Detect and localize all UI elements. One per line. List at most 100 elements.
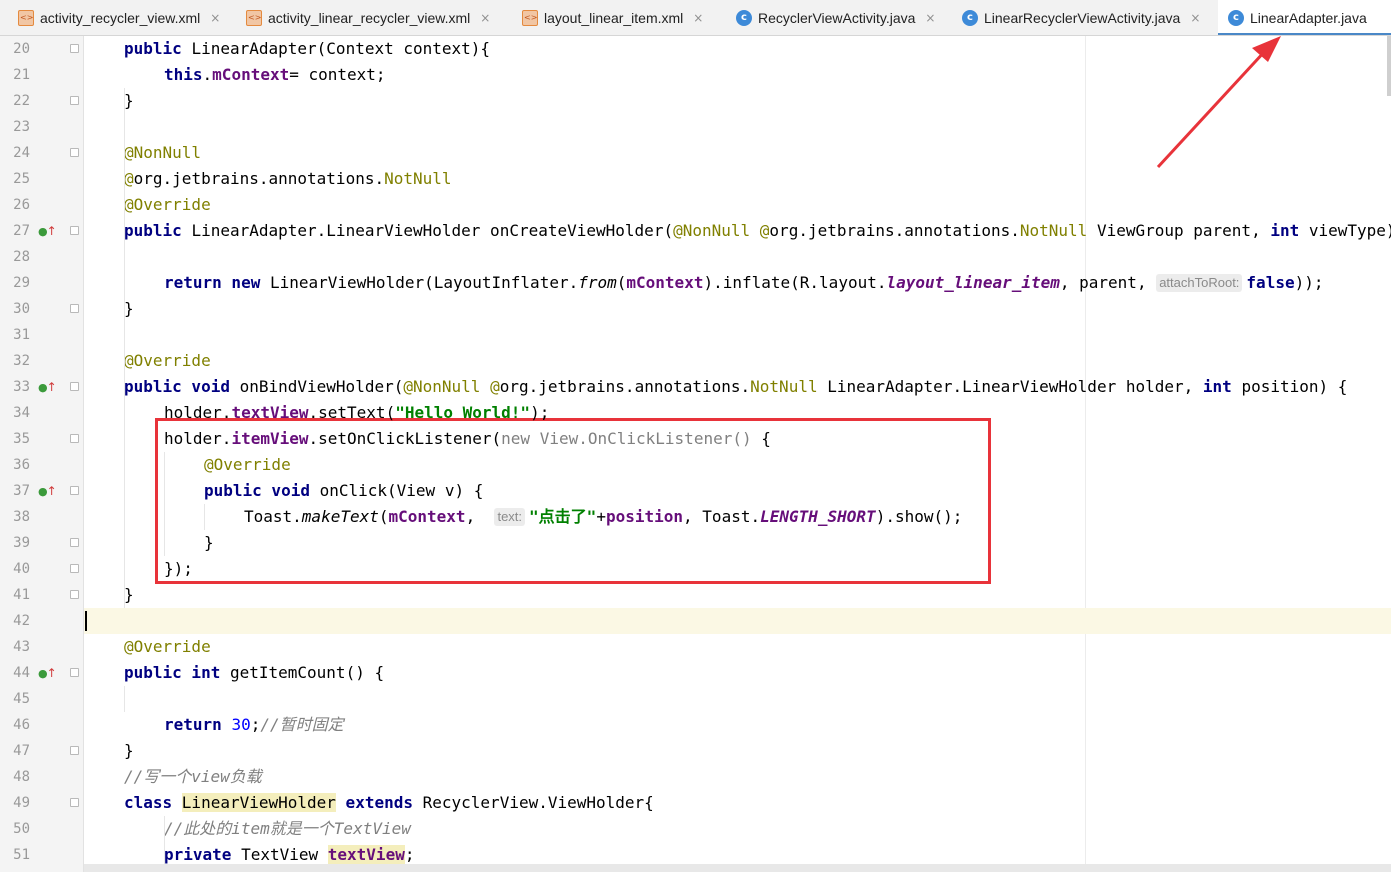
code-line[interactable]: 42	[0, 608, 1391, 634]
tab-activity-recycler-view-xml[interactable]: activity_recycler_view.xml ×	[8, 0, 236, 35]
code-line[interactable]: 32 @Override	[0, 348, 1391, 374]
code-token: textView	[231, 403, 309, 422]
code-token: ));	[1294, 273, 1324, 292]
code-line[interactable]: 47}	[0, 738, 1391, 764]
close-icon[interactable]: ×	[480, 11, 490, 25]
tab-layout-linear-item-xml[interactable]: layout_linear_item.xml ×	[512, 0, 726, 35]
code-token: +	[596, 507, 606, 526]
fold-toggle-icon[interactable]	[70, 798, 79, 807]
close-icon[interactable]: ×	[693, 11, 703, 25]
fold-toggle-icon[interactable]	[70, 44, 79, 53]
code-line[interactable]: 38 Toast.makeText(mContext, text: "点击了"+po…	[0, 504, 1391, 530]
code-line[interactable]: 29 return new LinearViewHolder(LayoutInfl…	[0, 270, 1391, 296]
code-line[interactable]: 23	[0, 114, 1391, 140]
code-line[interactable]: 41}	[0, 582, 1391, 608]
code-line[interactable]: 25 @org.jetbrains.annotations.NotNull	[0, 166, 1391, 192]
code-token: int	[1270, 221, 1309, 240]
fold-toggle-icon[interactable]	[70, 668, 79, 677]
override-method-icon[interactable]: ●↑	[38, 225, 57, 238]
override-method-icon[interactable]: ●↑	[38, 381, 57, 394]
code-token: @Override	[124, 351, 211, 370]
line-number: 32	[13, 353, 30, 369]
code-line[interactable]: 30}	[0, 296, 1391, 322]
tab-linearrecyclerviewactivity-java[interactable]: c LinearRecyclerViewActivity.java ×	[952, 0, 1218, 35]
code-line[interactable]: 36 @Override	[0, 452, 1391, 478]
code-line[interactable]: 45	[0, 686, 1391, 712]
code-token: "Hello World!"	[395, 403, 531, 422]
code-line[interactable]: 27 ●↑ public LinearAdapter.LinearViewHolde…	[0, 218, 1391, 244]
code-token: viewType) {	[1308, 221, 1391, 240]
override-method-icon[interactable]: ●↑	[38, 485, 57, 498]
override-method-icon[interactable]: ●↑	[38, 667, 57, 680]
line-number: 25	[13, 171, 30, 187]
close-icon[interactable]: ×	[210, 11, 220, 25]
line-number: 28	[13, 249, 30, 265]
close-icon[interactable]: ×	[1190, 11, 1200, 25]
xml-file-icon	[18, 9, 34, 26]
fold-toggle-icon[interactable]	[70, 304, 79, 313]
code-line[interactable]: 35 holder.itemView.setOnClickListener(new…	[0, 426, 1391, 452]
code-token: LENGTH_SHORT	[760, 507, 876, 526]
code-line[interactable]: 34 holder.textView.setText("Hello World!"…	[0, 400, 1391, 426]
code-token: ;	[404, 845, 415, 864]
fold-toggle-icon[interactable]	[70, 96, 79, 105]
java-class-icon: c	[1228, 9, 1244, 26]
code-line[interactable]: 46 return 30;//暂时固定	[0, 712, 1391, 738]
line-number: 31	[13, 327, 30, 343]
code-line[interactable]: 22}	[0, 88, 1391, 114]
code-token: }	[124, 91, 134, 110]
code-text: public int getItemCount() {	[124, 660, 384, 686]
tab-recyclerviewactivity-java[interactable]: c RecyclerViewActivity.java ×	[726, 0, 952, 35]
code-token: position) {	[1241, 377, 1348, 396]
fold-toggle-icon[interactable]	[70, 590, 79, 599]
code-line[interactable]: 21 this.mContext= context;	[0, 62, 1391, 88]
line-number: 33	[13, 379, 30, 395]
code-line[interactable]: 26 @Override	[0, 192, 1391, 218]
code-line[interactable]: 43 @Override	[0, 634, 1391, 660]
code-token: ).show();	[875, 507, 963, 526]
code-line[interactable]: 44 ●↑ public int getItemCount() {	[0, 660, 1391, 686]
tab-linearadapter-java[interactable]: c LinearAdapter.java	[1218, 0, 1391, 35]
code-token: LinearViewHolder(LayoutInflater.	[269, 273, 579, 292]
tab-label: activity_linear_recycler_view.xml	[268, 9, 471, 26]
code-text: return 30;//暂时固定	[164, 712, 344, 738]
code-line[interactable]: 20 public LinearAdapter(Context context){	[0, 36, 1391, 62]
code-token: , parent,	[1059, 273, 1157, 292]
line-number: 38	[13, 509, 30, 525]
fold-toggle-icon[interactable]	[70, 434, 79, 443]
code-line[interactable]: 49 class LinearViewHolder extends Recycle…	[0, 790, 1391, 816]
fold-toggle-icon[interactable]	[70, 148, 79, 157]
code-line[interactable]: 39}	[0, 530, 1391, 556]
code-line[interactable]: 37 ●↑ public void onClick(View v) {	[0, 478, 1391, 504]
parameter-hint: text:	[494, 508, 526, 526]
code-line[interactable]: 28	[0, 244, 1391, 270]
fold-toggle-icon[interactable]	[70, 382, 79, 391]
code-line[interactable]: 40});	[0, 556, 1391, 582]
fold-toggle-icon[interactable]	[70, 486, 79, 495]
code-line[interactable]: 48 //写一个view负载	[0, 764, 1391, 790]
fold-toggle-icon[interactable]	[70, 746, 79, 755]
code-token: @	[759, 221, 770, 240]
code-line[interactable]: 24 @NonNull	[0, 140, 1391, 166]
code-text: }	[124, 738, 134, 764]
fold-toggle-icon[interactable]	[70, 564, 79, 573]
code-token: public	[124, 39, 192, 58]
close-icon[interactable]: ×	[925, 11, 935, 25]
code-token: "点击了"	[529, 507, 597, 526]
code-token: org.jetbrains.annotations.	[499, 377, 751, 396]
code-editor[interactable]: 20 public LinearAdapter(Context context){…	[0, 36, 1391, 872]
line-number: 37	[13, 483, 30, 499]
code-token: NotNull	[750, 377, 828, 396]
code-line[interactable]: 50 //此处的item就是一个TextView	[0, 816, 1391, 842]
horizontal-scrollbar[interactable]	[84, 864, 1391, 872]
tab-activity-linear-recycler-view-xml[interactable]: activity_linear_recycler_view.xml ×	[236, 0, 512, 35]
fold-toggle-icon[interactable]	[70, 538, 79, 547]
code-line[interactable]: 31	[0, 322, 1391, 348]
java-class-icon: c	[962, 9, 978, 26]
code-line[interactable]: 33 ●↑ public void onBindViewHolder(@NonNul…	[0, 374, 1391, 400]
vertical-scrollbar[interactable]	[1387, 36, 1391, 96]
fold-toggle-icon[interactable]	[70, 226, 79, 235]
code-token: @NonNull	[673, 221, 760, 240]
code-token: }	[124, 741, 134, 760]
code-token: extends	[335, 793, 423, 812]
